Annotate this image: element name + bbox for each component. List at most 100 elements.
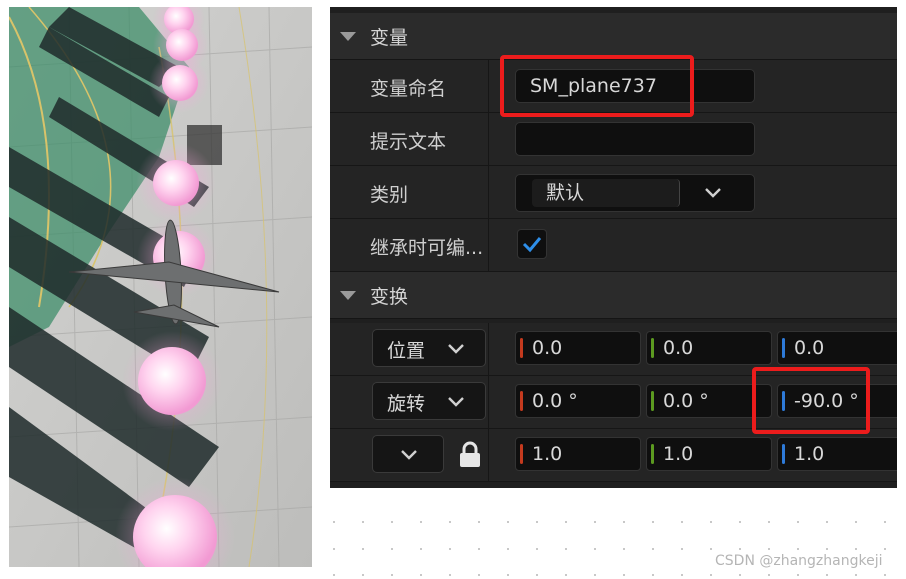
grid-dot <box>623 574 625 576</box>
grid-dot <box>391 521 393 523</box>
grid-dot <box>797 548 799 550</box>
grid-dot <box>449 574 451 576</box>
y-axis-marker <box>651 338 654 358</box>
watermark: CSDN @zhangzhangkeji <box>715 553 883 569</box>
grid-dot <box>652 521 654 523</box>
chevron-down-icon <box>448 344 464 354</box>
section-title: 变换 <box>370 285 409 308</box>
category-row: 类别 默认 <box>330 166 897 219</box>
grid-dot <box>826 574 828 576</box>
variable-section-header[interactable]: 变量 <box>330 13 897 60</box>
grid-dot <box>565 548 567 550</box>
grid-dot <box>768 548 770 550</box>
grid-dot <box>855 521 857 523</box>
rotation-y-value: 0.0 ° <box>663 390 709 412</box>
variable-name-label: 变量命名 <box>370 78 447 100</box>
rotation-x-value: 0.0 ° <box>532 390 578 412</box>
scale-y-value: 1.0 <box>663 443 694 465</box>
grid-dot <box>652 574 654 576</box>
grid-dot <box>333 574 335 576</box>
grid-dot <box>565 521 567 523</box>
grid-dot <box>739 574 741 576</box>
scale-x-field[interactable]: 1.0 <box>515 437 641 471</box>
scale-y-field[interactable]: 1.0 <box>646 437 772 471</box>
scale-mode-dropdown[interactable] <box>372 435 444 473</box>
grid-dot <box>884 521 886 523</box>
grid-dot <box>855 574 857 576</box>
grid-dot <box>449 548 451 550</box>
grid-dot <box>884 574 886 576</box>
grid-dot <box>333 521 335 523</box>
grid-dot <box>739 548 741 550</box>
grid-dot <box>420 548 422 550</box>
location-mode-label: 位置 <box>387 340 426 362</box>
grid-dot <box>420 521 422 523</box>
grid-dot <box>536 521 538 523</box>
grid-dot <box>594 521 596 523</box>
grid-dot <box>623 548 625 550</box>
location-mode-dropdown[interactable]: 位置 <box>372 329 486 367</box>
category-label: 类别 <box>370 184 409 206</box>
rotation-x-field[interactable]: 0.0 ° <box>515 384 641 418</box>
level-viewport[interactable] <box>9 7 312 567</box>
location-y-field[interactable]: 0.0 <box>646 331 772 365</box>
collapse-arrow-icon[interactable] <box>340 290 356 300</box>
grid-dot <box>333 548 335 550</box>
tooltip-row: 提示文本 <box>330 113 897 166</box>
scale-z-field[interactable]: 1.0 <box>777 437 897 471</box>
grid-dot <box>478 574 480 576</box>
grid-dot <box>681 548 683 550</box>
transform-section-header[interactable]: 变换 <box>330 272 897 319</box>
x-axis-marker <box>520 338 523 358</box>
inherit-editable-row: 继承时可编... <box>330 219 897 272</box>
label-cell: 继承时可编... <box>330 219 489 271</box>
category-combobox[interactable]: 默认 <box>515 174 755 212</box>
scale-row: 1.0 1.0 1.0 <box>330 429 897 482</box>
grid-dot <box>594 574 596 576</box>
location-y-value: 0.0 <box>663 337 694 359</box>
inherit-editable-checkbox[interactable] <box>517 229 547 259</box>
scale-z-value: 1.0 <box>794 443 825 465</box>
viewport-scene <box>9 7 312 567</box>
inherit-editable-label: 继承时可编... <box>370 237 484 259</box>
x-axis-marker <box>520 444 523 464</box>
grid-dot <box>391 548 393 550</box>
grid-dot <box>797 574 799 576</box>
grid-dot <box>478 521 480 523</box>
grid-dot <box>420 574 422 576</box>
rotation-mode-dropdown[interactable]: 旋转 <box>372 382 486 420</box>
x-axis-marker <box>520 391 523 411</box>
grid-dot <box>478 548 480 550</box>
section-title: 变量 <box>370 26 409 49</box>
grid-dot <box>507 548 509 550</box>
checkmark-icon <box>522 237 542 253</box>
tooltip-input[interactable] <box>515 122 755 156</box>
grid-dot <box>710 574 712 576</box>
grid-dot <box>449 521 451 523</box>
grid-dot <box>768 521 770 523</box>
grid-dot <box>826 548 828 550</box>
collapse-arrow-icon[interactable] <box>340 31 356 41</box>
grid-dot <box>884 548 886 550</box>
label-cell: 类别 <box>330 166 489 218</box>
grid-dot <box>768 574 770 576</box>
chevron-down-icon <box>448 397 464 407</box>
grid-dot <box>362 548 364 550</box>
y-axis-marker <box>651 444 654 464</box>
grid-dot <box>507 521 509 523</box>
grid-dot <box>536 548 538 550</box>
tooltip-label: 提示文本 <box>370 131 447 153</box>
grid-dot <box>739 521 741 523</box>
location-x-field[interactable]: 0.0 <box>515 331 641 365</box>
label-cell: 提示文本 <box>330 113 489 165</box>
grid-dot <box>855 548 857 550</box>
label-cell: 变量命名 <box>330 60 489 112</box>
category-value: 默认 <box>532 179 680 207</box>
highlight-variable-name <box>500 55 694 117</box>
grid-dot <box>710 521 712 523</box>
grid-dot <box>681 574 683 576</box>
rotation-mode-label: 旋转 <box>387 393 426 415</box>
location-z-field[interactable]: 0.0 <box>777 331 897 365</box>
lock-icon[interactable] <box>458 441 482 469</box>
chevron-down-icon[interactable] <box>704 187 722 199</box>
